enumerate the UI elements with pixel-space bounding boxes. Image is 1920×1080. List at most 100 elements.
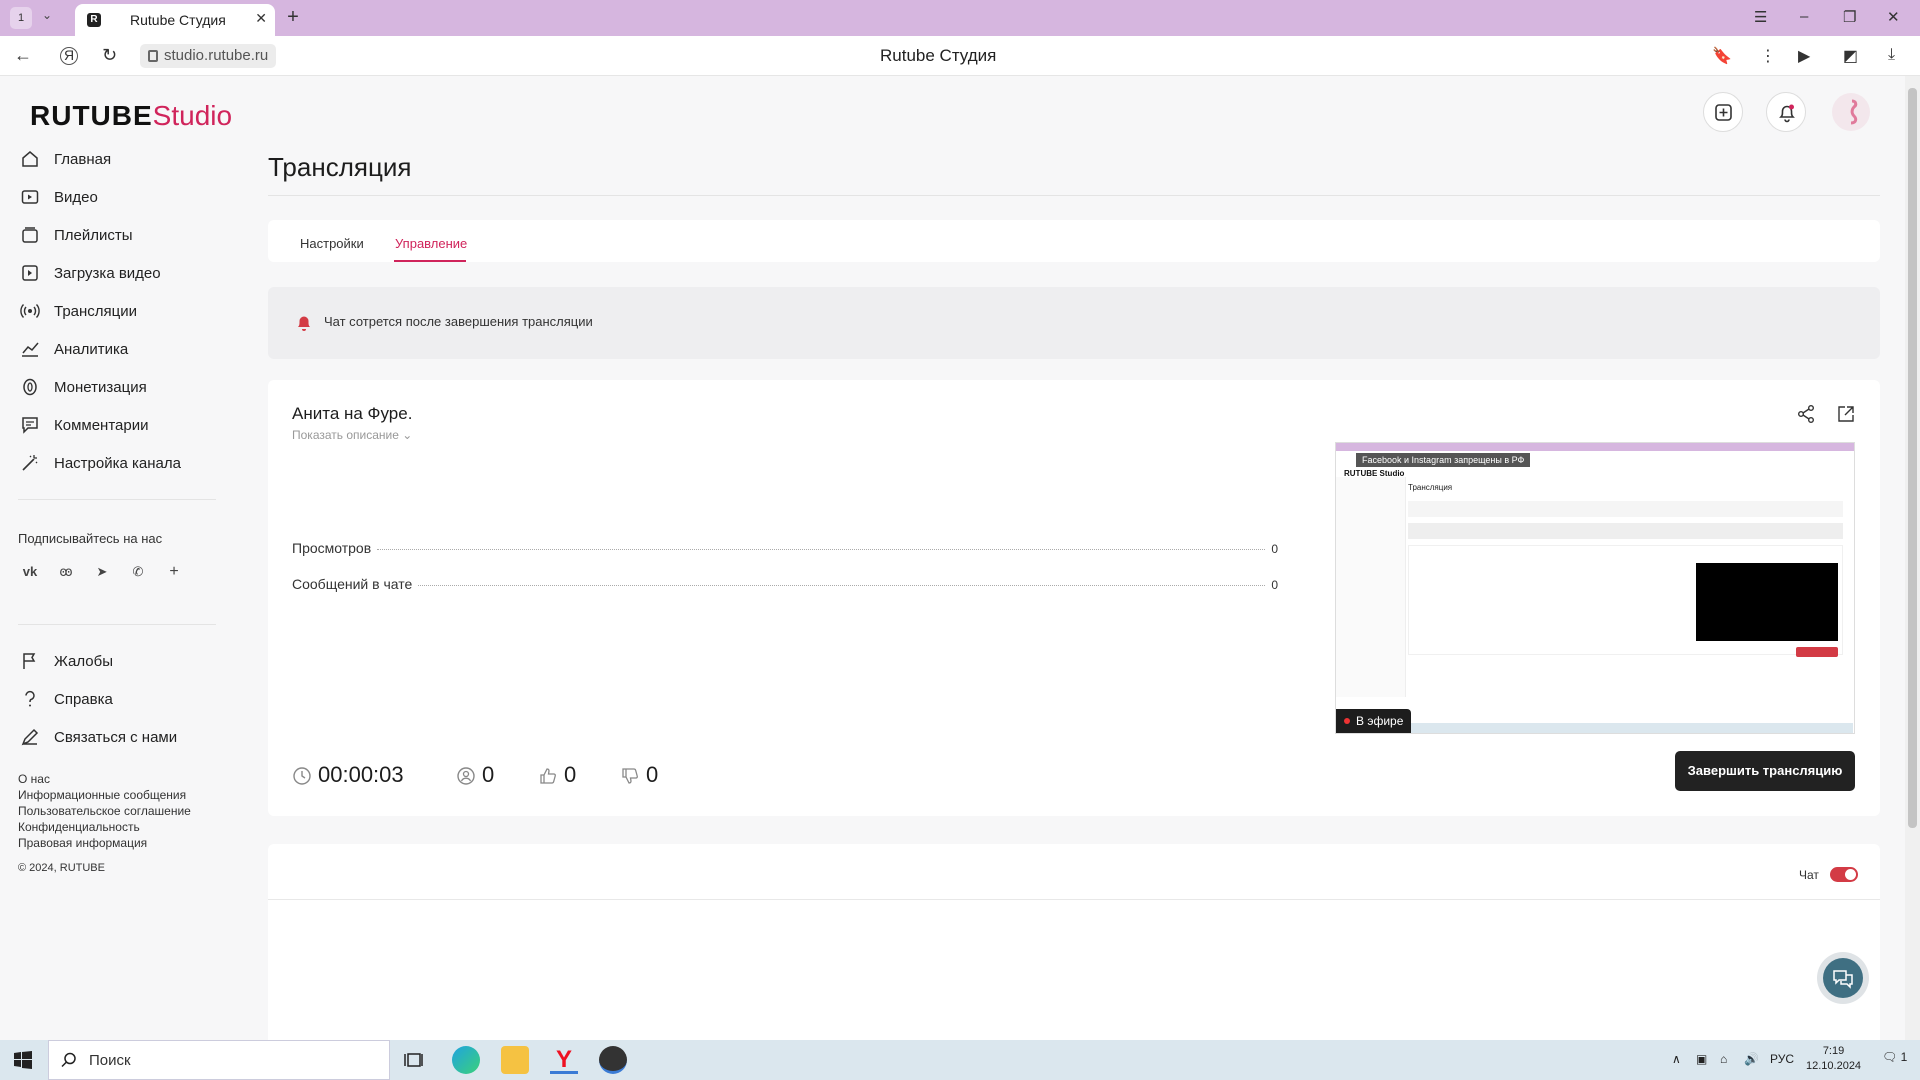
tab-settings[interactable]: Настройки	[300, 236, 364, 251]
url-field[interactable]: studio.rutube.ru	[140, 44, 277, 68]
rutube-studio-logo[interactable]: RUTUBEStudio	[30, 100, 232, 132]
clock-time: 7:19	[1822, 1045, 1845, 1057]
vk-icon[interactable]: vk	[18, 560, 42, 584]
sidebar-item-home[interactable]: Главная	[0, 144, 220, 174]
browser-tab-bar: 1 ⌄ R Rutube Студия ✕ + ☰ – ❐ ✕	[0, 0, 1920, 36]
notifications-button[interactable]	[1766, 92, 1806, 132]
more-icon[interactable]: ⋮	[1760, 46, 1776, 66]
footer-link-terms[interactable]: Пользовательское соглашение	[18, 804, 191, 818]
support-chat-button[interactable]	[1817, 952, 1869, 1004]
scrollbar-thumb[interactable]	[1908, 88, 1917, 828]
sidebar-item-channel-settings[interactable]: Настройка канала	[0, 448, 220, 478]
back-icon[interactable]: ←	[14, 45, 32, 66]
live-badge-label: В эфире	[1356, 714, 1404, 728]
show-description-link[interactable]: Показать описание ⌄	[292, 428, 412, 442]
obs-icon[interactable]	[599, 1046, 627, 1074]
alert-bell-icon	[298, 316, 310, 331]
live-dot-icon	[1344, 718, 1350, 724]
dislike-icon	[622, 768, 638, 784]
file-explorer-icon[interactable]	[501, 1046, 529, 1074]
chat-card: Чат	[268, 844, 1880, 1040]
close-tab-icon[interactable]: ✕	[255, 10, 267, 27]
viewer-icon	[457, 767, 475, 785]
footer-link-info[interactable]: Информационные сообщения	[18, 788, 186, 802]
create-button[interactable]	[1703, 92, 1743, 132]
preview-notice	[1408, 523, 1843, 539]
flag-icon	[23, 653, 36, 669]
footer-link-about[interactable]: О нас	[18, 772, 50, 786]
windows-start-icon[interactable]	[14, 1051, 32, 1069]
end-stream-button[interactable]: Завершить трансляцию	[1675, 751, 1855, 791]
yandex-browser-icon[interactable]: Y	[550, 1046, 578, 1074]
sidebar-item-upload[interactable]: Загрузка видео	[0, 258, 220, 288]
input-language[interactable]: РУС	[1770, 1052, 1794, 1066]
sidebar-item-analytics[interactable]: Аналитика	[0, 334, 220, 364]
new-tab-button[interactable]: +	[282, 6, 304, 28]
tray-chevron-icon[interactable]: ∧	[1672, 1052, 1681, 1066]
footer-link-legal[interactable]: Правовая информация	[18, 836, 147, 850]
sidebar-item-label: Жалобы	[54, 652, 113, 670]
sidebar-item-complaints[interactable]: Жалобы	[0, 646, 220, 676]
yandex-icon[interactable]: Я	[60, 47, 78, 65]
extension-icon[interactable]: ◩	[1843, 46, 1858, 66]
reload-icon[interactable]: ↻	[102, 45, 117, 66]
show-description-label: Показать описание	[292, 428, 399, 442]
preview-sidebar	[1336, 477, 1406, 697]
sidebar-divider	[18, 624, 216, 625]
sidebar-item-playlists[interactable]: Плейлисты	[0, 220, 220, 250]
restore-icon[interactable]: ❐	[1843, 8, 1856, 26]
browser-menu-icon[interactable]: ☰	[1754, 8, 1767, 26]
external-link-icon	[1838, 406, 1854, 422]
download-icon[interactable]: ⤓	[1888, 46, 1895, 64]
network-icon[interactable]: ⌂	[1720, 1052, 1727, 1066]
sidebar-item-broadcasts[interactable]: Трансляции	[0, 296, 220, 326]
sidebar-item-monetization[interactable]: Монетизация	[0, 372, 220, 402]
copyright: © 2024, RUTUBE	[18, 862, 105, 874]
playlist-icon	[22, 227, 38, 243]
sidebar-item-contact[interactable]: Связаться с нами	[0, 722, 220, 752]
notifications-center-icon[interactable]: 🗨 1	[1882, 1050, 1907, 1064]
chevron-down-icon: ⌄	[402, 428, 413, 442]
share-button[interactable]	[1796, 404, 1816, 424]
rutube-favicon-icon: R	[87, 13, 101, 27]
close-window-icon[interactable]: ✕	[1887, 8, 1900, 26]
taskbar-clock[interactable]: 7:19 12.10.2024	[1806, 1044, 1861, 1074]
tab-management[interactable]: Управление	[395, 236, 467, 251]
task-view-icon[interactable]	[401, 1046, 429, 1074]
viewers-count: 0	[482, 762, 495, 787]
minimize-icon[interactable]: –	[1800, 8, 1808, 25]
sidebar-item-help[interactable]: Справка	[0, 684, 220, 714]
volume-icon[interactable]: 🔊	[1744, 1052, 1759, 1066]
taskbar-search[interactable]: Поиск	[48, 1040, 390, 1080]
preview-taskbar	[1408, 723, 1853, 733]
tab-counter[interactable]: 1	[10, 7, 32, 29]
tray-app-icon[interactable]: ▣	[1696, 1052, 1707, 1066]
preview-tabs	[1408, 501, 1843, 517]
sidebar-item-label: Загрузка видео	[54, 264, 161, 282]
tab-list-chevron-icon[interactable]: ⌄	[42, 8, 52, 22]
page-scrollbar[interactable]	[1905, 76, 1920, 1040]
media-icon[interactable]: ▶	[1798, 46, 1810, 66]
bookmark-icon[interactable]: 🔖	[1712, 46, 1732, 66]
browser-tab-title: Rutube Студия	[130, 12, 226, 28]
edge-icon[interactable]	[452, 1046, 480, 1074]
sidebar-item-comments[interactable]: Комментарии	[0, 410, 220, 440]
footer-link-privacy[interactable]: Конфиденциальность	[18, 820, 140, 834]
viber-icon[interactable]: ✆	[126, 560, 150, 584]
more-socials-icon[interactable]: +	[162, 560, 186, 584]
comments-icon	[22, 417, 38, 434]
open-external-button[interactable]	[1836, 404, 1856, 424]
telegram-icon[interactable]: ➤	[90, 560, 114, 584]
preview-title: Трансляция	[1408, 483, 1453, 492]
stream-preview[interactable]: Facebook и Instagram запрещены в РФ RUTU…	[1335, 442, 1855, 734]
browser-tab[interactable]: R Rutube Студия ✕	[75, 4, 275, 36]
help-icon	[25, 690, 35, 707]
stat-views: Просмотров 0	[292, 540, 1278, 556]
chat-toggle[interactable]	[1830, 867, 1858, 882]
ok-icon[interactable]: ꙭ	[54, 560, 78, 584]
bell-icon	[1779, 104, 1795, 123]
avatar[interactable]	[1832, 93, 1870, 131]
sidebar-item-video[interactable]: Видео	[0, 182, 220, 212]
url-text: studio.rutube.ru	[164, 47, 269, 64]
sidebar-item-label: Трансляции	[54, 302, 138, 320]
